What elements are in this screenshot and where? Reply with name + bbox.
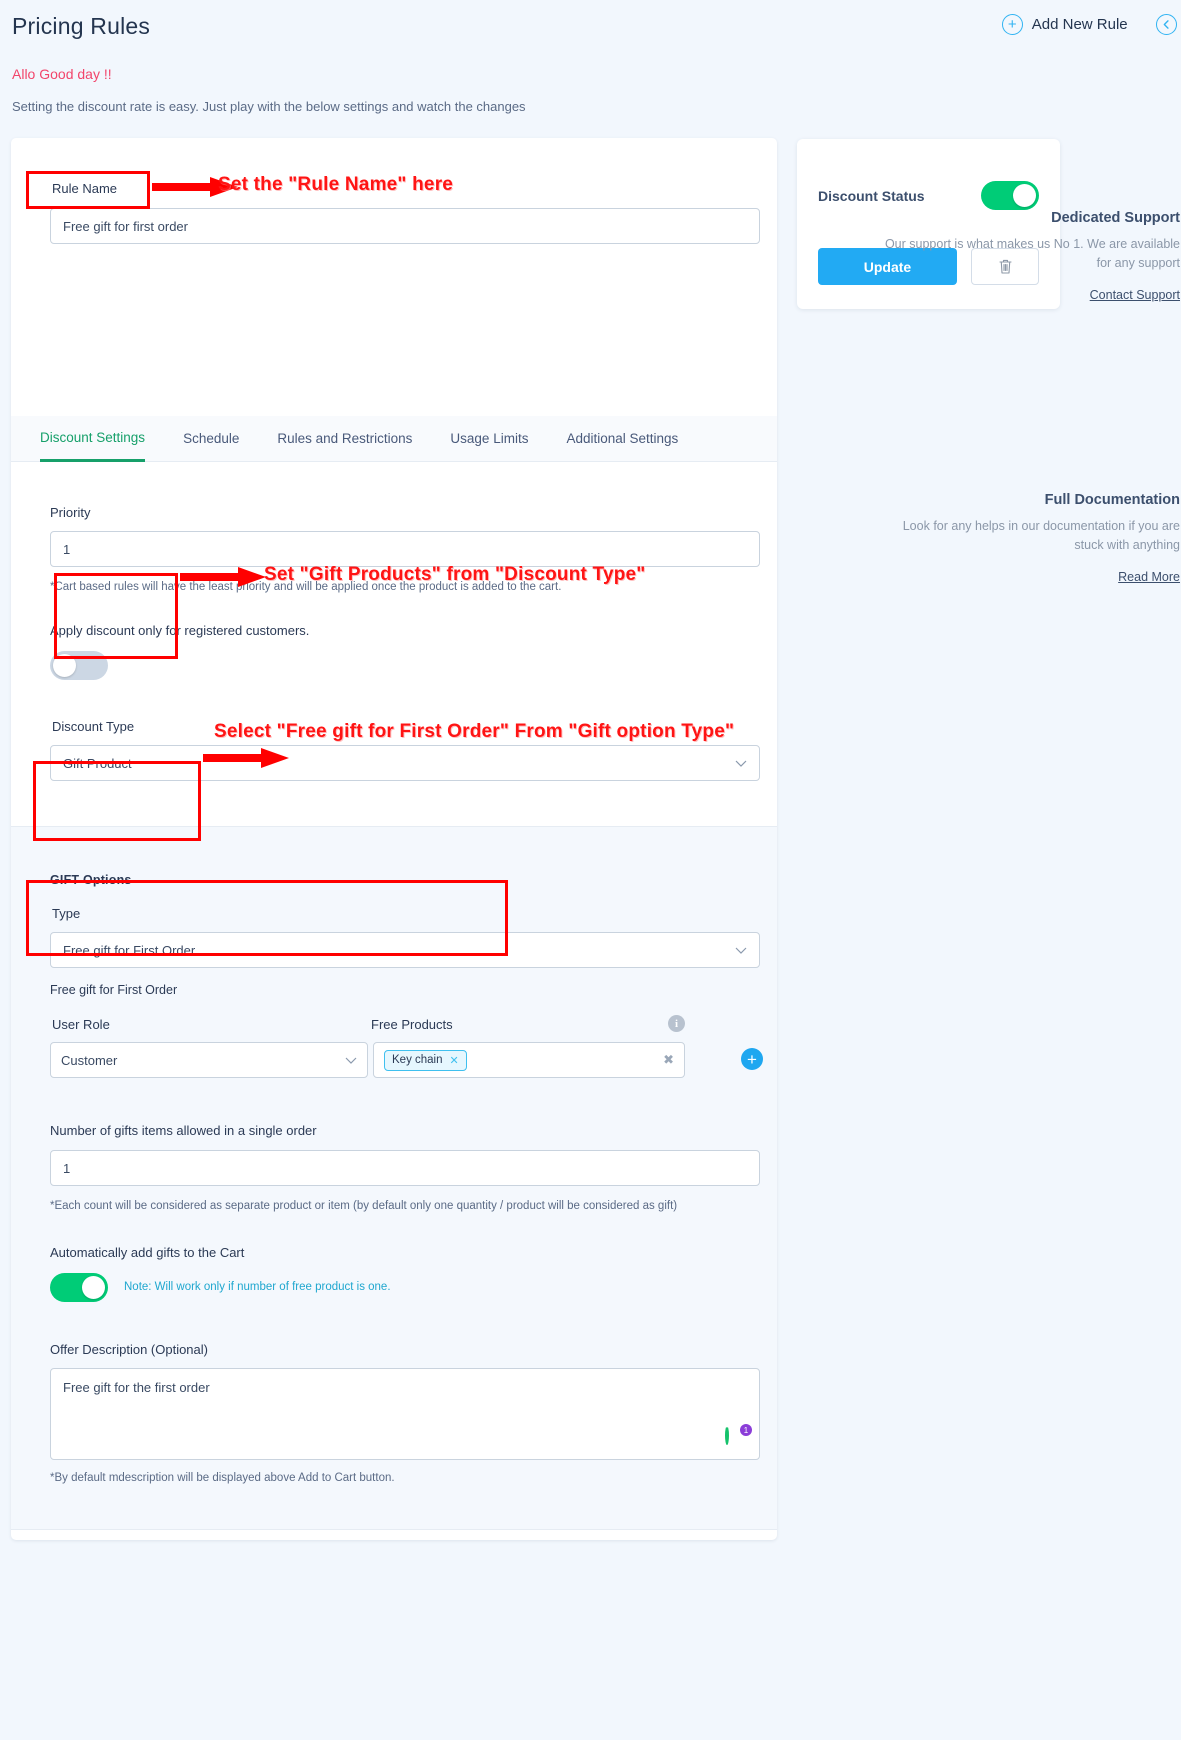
toggle-knob (1013, 184, 1036, 207)
grammarly-badge: 1 (740, 1424, 752, 1436)
auto-add-toggle[interactable] (50, 1273, 108, 1302)
free-products-multiselect[interactable]: Key chain ✕ ✖ (373, 1042, 685, 1078)
docs-title: Full Documentation (1044, 492, 1180, 508)
plus-circle-icon: + (1001, 14, 1023, 35)
add-new-rule-label: Add New Rule (1031, 16, 1128, 33)
offer-description-note: *By default mdescription will be display… (50, 1472, 395, 1484)
dedicated-support-block: Dedicated Support Our support is what ma… (880, 210, 1180, 304)
contact-support-link[interactable]: Contact Support (1090, 288, 1180, 302)
priority-label: Priority (50, 505, 91, 520)
offer-description-value: Free gift for the first order (63, 1380, 210, 1395)
gift-count-note: *Each count will be considered as separa… (50, 1200, 678, 1212)
user-role-select[interactable]: Customer (50, 1042, 368, 1078)
user-role-label: User Role (52, 1017, 110, 1032)
offer-description-textarea[interactable]: Free gift for the first order 1 (50, 1368, 760, 1460)
tab-schedule[interactable]: Schedule (183, 416, 239, 462)
discount-status-row: Discount Status (818, 181, 1039, 210)
gift-options-panel: GIFT Options Type Free gift for First Or… (11, 826, 777, 1530)
auto-add-note: Note: Will work only if number of free p… (124, 1281, 391, 1293)
back-button[interactable]: Back (1155, 14, 1181, 35)
top-actions: + Add New Rule Back (1001, 14, 1181, 35)
toggle-knob (82, 1276, 105, 1299)
rule-name-input[interactable]: Free gift for first order (50, 208, 760, 244)
gift-count-input[interactable]: 1 (50, 1150, 760, 1186)
read-more-link[interactable]: Read More (1118, 570, 1180, 584)
gift-count-label: Number of gifts items allowed in a singl… (50, 1123, 317, 1138)
gift-options-title: GIFT Options (50, 873, 132, 887)
add-gift-row-button[interactable]: + (741, 1048, 763, 1070)
support-text: Our support is what makes us No 1. We ar… (884, 237, 1180, 271)
registered-customers-label: Apply discount only for registered custo… (50, 623, 310, 638)
discount-type-select[interactable]: Gift Product (50, 745, 760, 781)
gift-type-value: Free gift for First Order (63, 942, 196, 958)
discount-status-toggle[interactable] (981, 181, 1039, 210)
tab-rules-and-restrictions[interactable]: Rules and Restrictions (277, 416, 412, 462)
free-products-label: Free Products (371, 1017, 453, 1032)
annotation-text-discount-type: Set "Gift Products" from "Discount Type" (264, 564, 646, 585)
add-new-rule-button[interactable]: + Add New Rule (1001, 14, 1128, 35)
docs-text: Look for any helps in our documentation … (902, 519, 1180, 553)
chip-label: Key chain (392, 1054, 443, 1066)
auto-add-label: Automatically add gifts to the Cart (50, 1245, 245, 1260)
tab-additional-settings[interactable]: Additional Settings (566, 416, 678, 462)
user-role-value: Customer (61, 1052, 118, 1068)
annotation-arrow-discount-type (180, 567, 266, 587)
chevron-down-icon (735, 756, 747, 770)
grammarly-icon[interactable]: 1 (725, 1424, 752, 1452)
tab-bar: Discount Settings Schedule Rules and Res… (11, 416, 777, 462)
discount-type-value: Gift Product (63, 755, 132, 771)
annotation-arrow-gift-type (203, 748, 289, 768)
gift-type-select[interactable]: Free gift for First Order (50, 932, 760, 968)
rule-name-label: Rule Name (52, 181, 118, 196)
gift-subsection-label: Free gift for First Order (50, 983, 178, 997)
page-title: Pricing Rules (12, 13, 151, 39)
discount-status-label: Discount Status (818, 187, 925, 204)
full-documentation-block: Full Documentation Look for any helps in… (880, 492, 1180, 586)
chevron-down-icon (345, 1053, 357, 1067)
multiselect-clear-icon[interactable]: ✖ (663, 1052, 674, 1068)
support-title: Dedicated Support (1051, 210, 1180, 226)
toggle-knob (53, 654, 76, 677)
priority-input[interactable]: 1 (50, 531, 760, 567)
annotation-text-rule-name: Set the "Rule Name" here (218, 174, 454, 195)
main-settings-card: Discount Settings Schedule Rules and Res… (11, 138, 777, 1540)
chip-remove-icon[interactable]: ✕ (450, 1054, 459, 1067)
annotation-text-gift-type: Select "Free gift for First Order" From … (214, 721, 735, 742)
subtitle-text: Setting the discount rate is easy. Just … (12, 99, 526, 114)
info-icon[interactable]: i (668, 1015, 685, 1032)
tab-discount-settings[interactable]: Discount Settings (40, 416, 146, 462)
registered-customers-toggle[interactable] (50, 651, 108, 680)
chevron-left-circle-icon (1155, 14, 1177, 35)
gift-type-label: Type (52, 906, 81, 921)
top-bar: Pricing Rules + Add New Rule Back (0, 0, 1181, 56)
greeting-text: Allo Good day !! (12, 66, 112, 82)
discount-type-label: Discount Type (52, 719, 135, 734)
offer-description-label: Offer Description (Optional) (50, 1342, 208, 1357)
tab-usage-limits[interactable]: Usage Limits (450, 416, 528, 462)
grammarly-circle (725, 1426, 729, 1445)
free-product-chip[interactable]: Key chain ✕ (384, 1049, 467, 1071)
chevron-down-icon (735, 943, 747, 957)
